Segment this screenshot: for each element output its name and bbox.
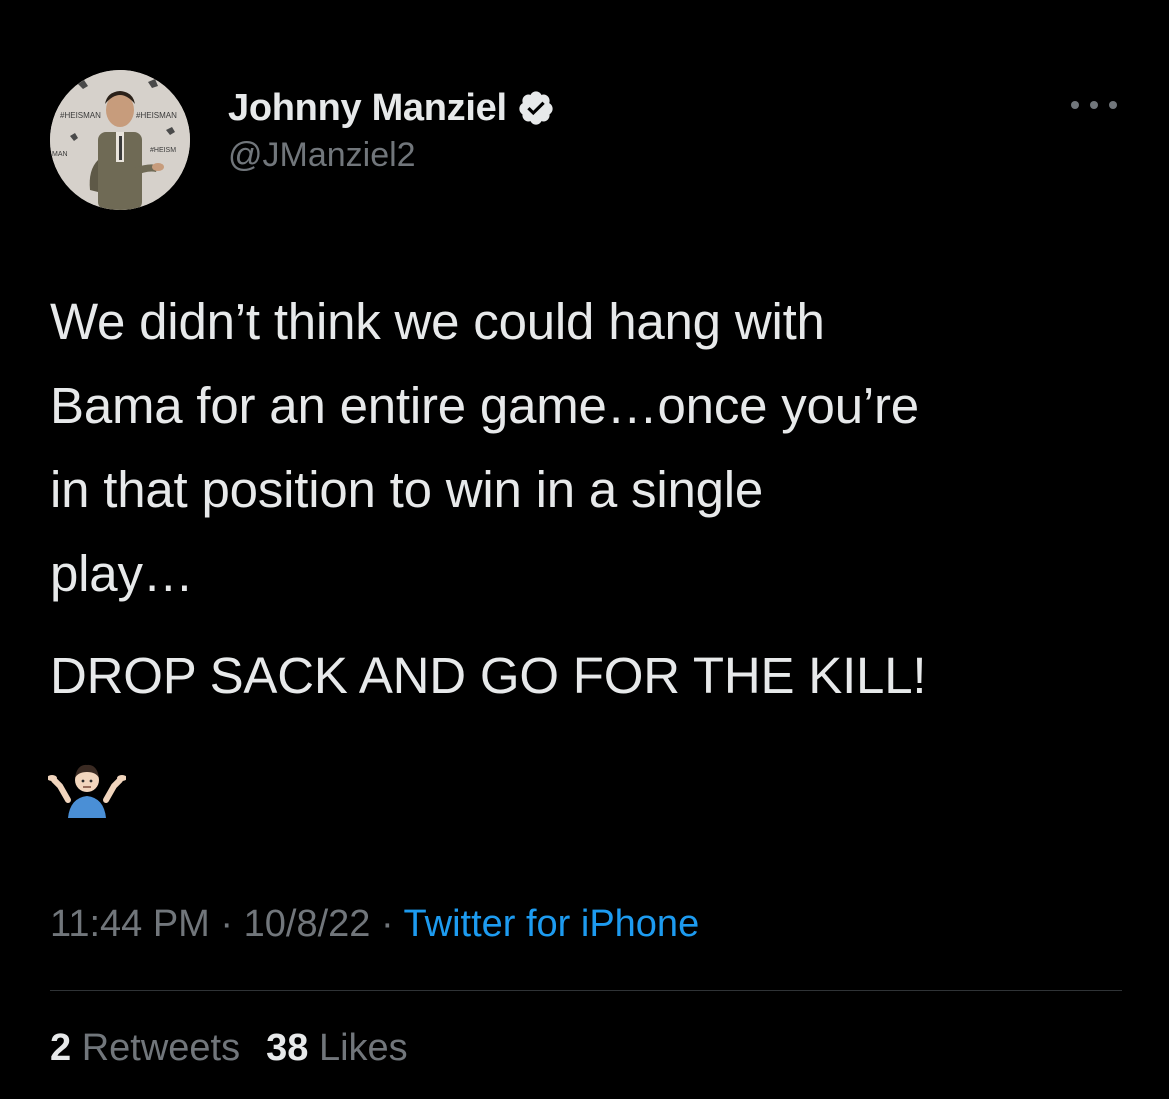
retweets-label: Retweets bbox=[81, 1027, 241, 1069]
dot bbox=[1090, 101, 1098, 109]
tweet-text-caps: DROP SACK AND GO FOR THE KILL! bbox=[50, 647, 927, 704]
retweets-count: 2 bbox=[50, 1027, 72, 1069]
likes-stat[interactable]: 38 Likes bbox=[266, 1027, 408, 1069]
tweet-meta: 11:44 PM · 10/8/22 · Twitter for iPhone bbox=[50, 903, 699, 946]
person-shrugging-emoji-icon bbox=[48, 764, 126, 818]
dot bbox=[1071, 101, 1079, 109]
avatar-backdrop-text: MAN bbox=[52, 151, 68, 158]
more-options-icon[interactable] bbox=[1071, 96, 1117, 114]
display-name[interactable]: Johnny Manziel bbox=[228, 87, 507, 130]
handle[interactable]: @JManziel2 bbox=[228, 136, 555, 175]
author-info: Johnny Manziel @JManziel2 bbox=[228, 84, 555, 175]
name-row: Johnny Manziel bbox=[228, 84, 555, 132]
divider bbox=[50, 990, 1122, 991]
tweet-text: We didn’t think we could hang with Bama … bbox=[50, 293, 919, 602]
avatar[interactable]: #HEISMAN #HEISMAN #HEISM MAN bbox=[50, 70, 190, 210]
tweet-time[interactable]: 11:44 PM bbox=[50, 903, 210, 945]
retweets-stat[interactable]: 2 Retweets bbox=[50, 1027, 240, 1069]
avatar-backdrop-text: #HEISMAN bbox=[136, 111, 177, 120]
avatar-backdrop-text: #HEISM bbox=[150, 147, 176, 154]
likes-count: 38 bbox=[266, 1027, 309, 1069]
meta-separator: · bbox=[380, 903, 394, 945]
tweet-date[interactable]: 10/8/22 bbox=[244, 903, 371, 945]
meta-separator: · bbox=[220, 903, 234, 945]
likes-label: Likes bbox=[318, 1027, 408, 1069]
tweet-stats: 2 Retweets 38 Likes bbox=[50, 1027, 408, 1070]
avatar-photo: #HEISMAN #HEISMAN #HEISM MAN bbox=[50, 70, 190, 210]
tweet-source-link[interactable]: Twitter for iPhone bbox=[404, 903, 700, 945]
tweet: #HEISMAN #HEISMAN #HEISM MAN Johnny Manz… bbox=[0, 0, 1169, 1099]
verified-badge-icon bbox=[519, 91, 553, 125]
dot bbox=[1109, 101, 1117, 109]
avatar-backdrop-text: #HEISMAN bbox=[60, 111, 101, 120]
